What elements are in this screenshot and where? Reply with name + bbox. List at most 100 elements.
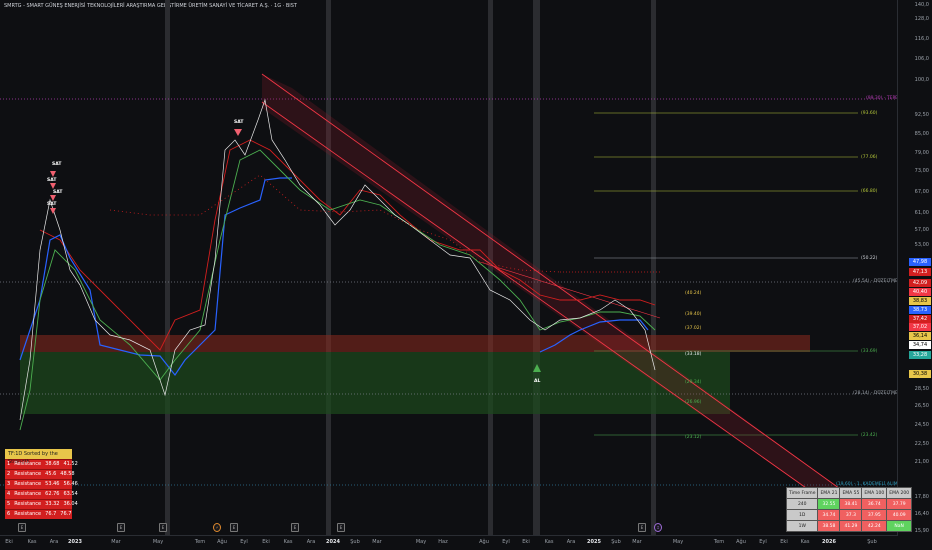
sr-row: 1 Resistance 38.68 41.52 xyxy=(5,459,78,469)
sr-row-type: Resistance xyxy=(14,501,42,507)
ema-row: 240 32.55 38.41 36.74 37.79 xyxy=(785,498,913,510)
y-tick: 100,0 xyxy=(914,77,929,83)
x-tick: Kas xyxy=(283,539,293,545)
ema-table: Time Frame EMA 21 EMA 55 EMA 100 EMA 200… xyxy=(785,487,913,532)
x-tick: May xyxy=(672,539,684,545)
level-28-label: (28,14) - DÜZELTME xyxy=(853,391,898,396)
channel-label: (40.24) xyxy=(685,291,702,296)
sr-row: 5 Resistance 33.32 36.04 xyxy=(5,499,78,509)
x-tick: Mar xyxy=(111,539,121,545)
y-tick: 85,00 xyxy=(914,131,929,137)
ema-cell: 40.09 xyxy=(886,509,913,521)
ema-timeframe: 1W xyxy=(785,520,819,532)
sr-row-type: Resistance xyxy=(14,461,42,467)
price-badge: 47,13 xyxy=(909,268,931,276)
split-event-icon[interactable]: ↕ xyxy=(654,523,662,532)
sell-label: SAT xyxy=(52,162,62,167)
sr-row-low: 38.68 xyxy=(45,461,60,467)
x-tick: Mar xyxy=(372,539,382,545)
ema-cell: NaN xyxy=(886,520,913,532)
ema-header-row: Time Frame EMA 21 EMA 55 EMA 100 EMA 200 xyxy=(785,487,913,499)
y-tick: 53,00 xyxy=(914,242,929,248)
y-tick: 21,00 xyxy=(914,459,929,465)
sell-marker xyxy=(234,129,242,136)
x-tick: Ara xyxy=(49,539,59,545)
price-badge: 34,74 xyxy=(909,341,931,349)
sr-row-high: 36.04 xyxy=(63,501,78,507)
earnings-event-icon[interactable]: E xyxy=(337,523,345,532)
x-tick: 2023 xyxy=(68,539,82,545)
y-tick: 73,00 xyxy=(914,168,929,174)
x-tick: Haz xyxy=(438,539,448,545)
sr-strength-panel: TF:1D Sorted by the Strength 1 Resistanc… xyxy=(5,449,78,519)
x-tick: Kas xyxy=(800,539,810,545)
price-badge: 33,28 xyxy=(909,351,931,359)
y-tick: 17,80 xyxy=(914,494,929,500)
ema-header: EMA 55 xyxy=(839,487,863,499)
ema-timeframe: 240 xyxy=(785,498,819,510)
sr-row: 2 Resistance 45.6 48.58 xyxy=(5,469,75,479)
sr-row-low: 53.46 xyxy=(45,481,60,487)
sr-row-low: 33.32 xyxy=(45,501,60,507)
x-tick: Şub xyxy=(867,539,877,545)
demand-zone xyxy=(20,352,730,414)
fib-label: (93.60) xyxy=(861,111,878,116)
channel-label: (29.34) xyxy=(685,380,702,385)
sr-row-low: 62.76 xyxy=(45,491,60,497)
earnings-event-icon[interactable]: E xyxy=(159,523,167,532)
x-tick: Tem xyxy=(194,539,206,545)
sr-row: 3 Resistance 53.46 56.46 xyxy=(5,479,78,489)
buy-label: AL xyxy=(534,379,541,384)
earnings-event-icon[interactable]: E xyxy=(230,523,238,532)
x-tick: Ağu xyxy=(217,539,227,545)
price-chart[interactable] xyxy=(0,0,898,536)
channel-upper xyxy=(261,73,851,497)
y-tick: 24,50 xyxy=(914,422,929,428)
y-tick: 15,90 xyxy=(914,528,929,534)
earnings-event-icon[interactable]: E xyxy=(638,523,646,532)
earnings-event-icon[interactable]: E xyxy=(117,523,125,532)
x-tick: May xyxy=(152,539,164,545)
sell-label: SAT xyxy=(53,190,63,195)
session-band xyxy=(165,0,170,536)
sr-row: 4 Resistance 62.76 63.54 xyxy=(5,489,78,499)
fib-label: (33.69) xyxy=(861,349,878,354)
price-badge: 42,09 xyxy=(909,279,931,287)
ema-cell: 37.3 xyxy=(839,509,863,521)
x-tick: Eki xyxy=(262,539,270,545)
sr-row-type: Resistance xyxy=(14,511,42,517)
level-45-label: (45,54) - DÜZELTME xyxy=(853,279,898,284)
fib-label: (23.42) xyxy=(861,433,878,438)
sr-row: 6 Resistance 76.7 76.7 xyxy=(5,509,72,519)
time-axis[interactable]: Eki Kas Ara 2023 Mar May Tem Ağu Eyl Eki… xyxy=(0,535,898,550)
price-axis[interactable]: 140,0 128,0 116,0 106,0 100,0 92,50 85,0… xyxy=(897,0,932,536)
earnings-event-icon[interactable]: E xyxy=(18,523,26,532)
x-tick: 2024 xyxy=(326,539,340,545)
price-badge: 37,42 xyxy=(909,315,931,323)
x-tick: Eki xyxy=(5,539,13,545)
sell-label: SAT xyxy=(47,202,57,207)
x-tick: Şub xyxy=(350,539,360,545)
dividend-event-icon[interactable]: ⚡ xyxy=(213,523,221,532)
sr-row-low: 45.6 xyxy=(45,471,57,477)
ema-cell: 37.79 xyxy=(886,498,913,510)
y-tick: 26,50 xyxy=(914,403,929,409)
sr-row-type: Resistance xyxy=(14,481,42,487)
ema-header: EMA 100 xyxy=(861,487,888,499)
ema-header: EMA 200 xyxy=(886,487,913,499)
sell-marker xyxy=(50,171,56,177)
y-tick: 22,50 xyxy=(914,441,929,447)
resistance-trail xyxy=(39,139,656,351)
x-tick: Ağu xyxy=(479,539,489,545)
x-tick: Eki xyxy=(522,539,530,545)
ema-row: 1W 38.58 41.29 42.24 NaN xyxy=(785,520,913,532)
ema-row: 1D 34.74 37.3 37.95 40.09 xyxy=(785,509,913,521)
price-badge: 30,38 xyxy=(909,370,931,378)
price-badge: 38,73 xyxy=(909,306,931,314)
sr-row-index: 1 xyxy=(7,461,11,467)
sr-row-index: 4 xyxy=(7,491,11,497)
earnings-event-icon[interactable]: E xyxy=(291,523,299,532)
x-tick: Eyl xyxy=(502,539,510,545)
x-tick: Ara xyxy=(566,539,576,545)
resistance-zone xyxy=(20,335,810,352)
